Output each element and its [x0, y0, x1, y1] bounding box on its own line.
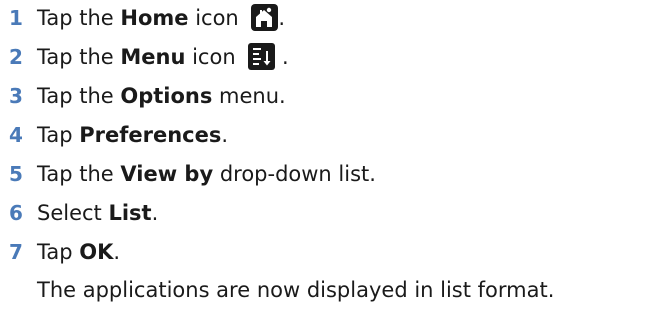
step-number: 5 — [9, 162, 23, 186]
step-text: Select List. — [37, 201, 159, 225]
step-text: Tap Preferences. — [37, 123, 229, 147]
step-number: 2 — [9, 45, 23, 69]
step-text: Tap OK. — [37, 240, 121, 264]
step-number: 7 — [9, 240, 23, 264]
menu-icon — [248, 43, 276, 70]
step-number: 3 — [9, 84, 23, 108]
step-number: 4 — [9, 123, 23, 147]
step-text: Tap the Home icon . — [37, 4, 286, 31]
step-number: 6 — [9, 201, 23, 225]
step-text: Tap the View by drop-down list. — [37, 162, 376, 186]
result-note: The applications are now displayed in li… — [37, 278, 555, 302]
step-number: 1 — [9, 6, 23, 30]
step-text: Tap the Options menu. — [37, 84, 286, 108]
home-icon — [251, 4, 279, 31]
step-text: Tap the Menu icon . — [37, 43, 289, 70]
instruction-steps: 1 Tap the Home icon . 2 Tap the Menu ico… — [0, 0, 667, 313]
